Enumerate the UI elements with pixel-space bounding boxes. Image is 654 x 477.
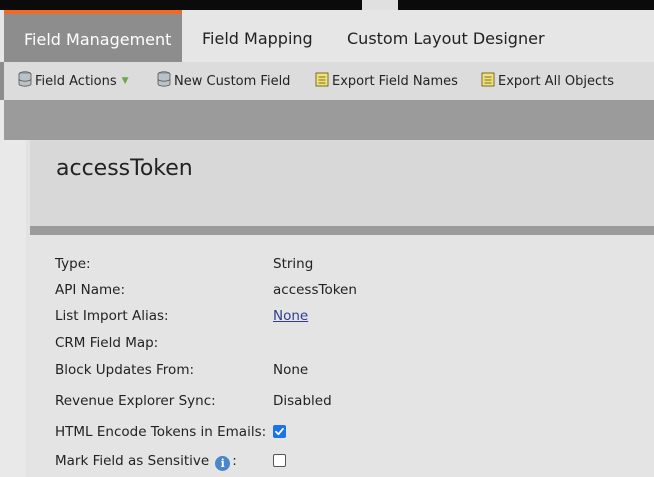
tab-custom-layout-designer[interactable]: Custom Layout Designer (347, 10, 545, 62)
tab-field-mapping[interactable]: Field Mapping (202, 10, 313, 62)
new-custom-field-button[interactable]: New Custom Field (157, 71, 290, 91)
divider (30, 226, 654, 235)
export-field-names-button[interactable]: Export Field Names (315, 71, 458, 91)
tab-bar: Field Management Field Mapping Custom La… (0, 10, 654, 62)
export-all-objects-label: Export All Objects (498, 73, 615, 89)
field-detail-panel: accessToken Type: String API Name: acces… (30, 140, 654, 477)
block-updates-from-label: Block Updates From: (55, 362, 195, 378)
revenue-explorer-sync-label: Revenue Explorer Sync: (55, 393, 216, 409)
list-import-alias-label: List Import Alias: (55, 308, 169, 324)
field-actions-label: Field Actions (35, 73, 117, 89)
database-icon (157, 71, 171, 91)
field-actions-menu[interactable]: Field Actions ▼ (18, 71, 129, 91)
label-colon: : (232, 453, 237, 469)
tab-field-management[interactable]: Field Management (4, 10, 182, 62)
database-icon (18, 71, 32, 91)
toolbar-edge (0, 62, 4, 100)
toolbar: Field Actions ▼ New Custom Field Export … (0, 62, 654, 100)
list-import-alias-link[interactable]: None (273, 308, 308, 324)
revenue-explorer-sync-value: Disabled (273, 393, 332, 409)
panel-header: accessToken (30, 140, 654, 226)
crm-field-map-label: CRM Field Map: (55, 335, 159, 351)
type-label: Type: (55, 256, 91, 272)
page-title: accessToken (56, 156, 193, 181)
top-strip-highlight (362, 0, 398, 10)
document-icon (315, 72, 329, 91)
type-value: String (273, 256, 314, 272)
html-encode-tokens-label: HTML Encode Tokens in Emails: (55, 424, 267, 440)
html-encode-tokens-checkbox[interactable] (273, 425, 286, 438)
block-updates-from-value: None (273, 362, 309, 378)
export-field-names-label: Export Field Names (332, 73, 458, 89)
chevron-down-icon: ▼ (121, 76, 129, 86)
left-gutter (4, 140, 26, 477)
mark-field-sensitive-checkbox[interactable] (273, 454, 286, 467)
info-icon[interactable]: i (215, 456, 231, 471)
api-name-value: accessToken (273, 282, 357, 298)
top-strip (0, 0, 654, 10)
new-custom-field-label: New Custom Field (174, 73, 291, 89)
section-band (4, 100, 654, 140)
api-name-label: API Name: (55, 282, 126, 298)
checkmark-icon (275, 427, 284, 436)
export-all-objects-button[interactable]: Export All Objects (481, 71, 614, 91)
document-icon (481, 72, 495, 91)
mark-field-sensitive-label: Mark Field as Sensitive (55, 453, 210, 469)
mark-field-sensitive-row: Mark Field as Sensitive i: (55, 453, 237, 471)
content-area: accessToken Type: String API Name: acces… (4, 140, 654, 477)
